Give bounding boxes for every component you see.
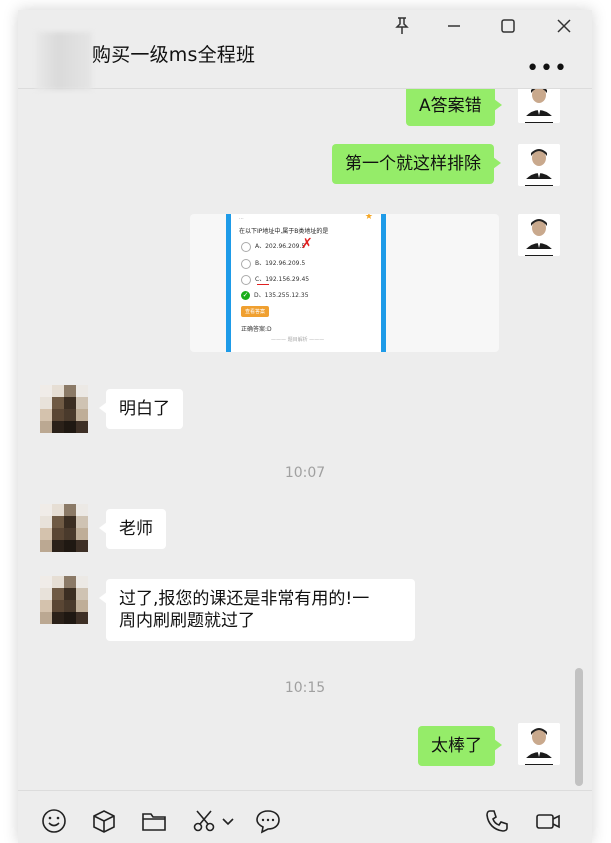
star-icon: ★ (364, 214, 373, 222)
avatar[interactable] (518, 214, 560, 256)
more-options-button[interactable]: ••• (526, 56, 568, 81)
quiz-option: B、192.96.209.5 (241, 258, 305, 269)
phone-status: ··· (239, 216, 244, 222)
message-text: 太棒了 (431, 736, 482, 756)
message-text-line: 周内刷刷题就过了 (119, 611, 255, 631)
check-icon: ✓ (241, 291, 250, 300)
avatar[interactable] (40, 385, 88, 433)
message-text: 明白了 (119, 399, 170, 419)
avatar[interactable] (518, 723, 560, 765)
correct-answer: 正确答案:D (241, 326, 272, 333)
timestamp: 10:07 (284, 465, 326, 481)
chevron-down-icon[interactable] (220, 807, 236, 835)
emoji-icon[interactable] (40, 807, 68, 835)
avatar[interactable] (40, 504, 88, 552)
scissors-icon[interactable] (190, 807, 218, 835)
box-icon[interactable] (90, 807, 118, 835)
phone-icon[interactable] (483, 807, 511, 835)
message-bubble-self[interactable]: A答案错 (406, 89, 502, 126)
analysis-divider: ——— 题目解析 ——— (271, 337, 325, 343)
message-bubble-other[interactable]: 老师 (99, 509, 166, 549)
avatar[interactable] (518, 89, 560, 123)
show-answer-button: 查看答案 (241, 306, 270, 317)
message-text: 老师 (119, 519, 153, 539)
scrollbar[interactable] (575, 668, 583, 786)
cross-mark-icon: ✗ (301, 236, 313, 252)
underline-mark (257, 284, 269, 285)
video-call-icon[interactable] (534, 807, 562, 835)
message-bubble-self[interactable]: 太棒了 (418, 726, 502, 766)
chat-bubble-icon[interactable] (254, 807, 282, 835)
avatar[interactable] (518, 144, 560, 186)
quiz-option: A、202.96.209.5 (241, 241, 305, 252)
folder-icon[interactable] (140, 807, 168, 835)
close-icon[interactable] (550, 12, 578, 40)
quiz-question: 在以下IP地址中,属于B类地址的是 (239, 228, 329, 235)
chat-window: 购买一级ms全程班 ••• A答案错 第一个就这样排除 ··· ★ 在以下IP地… (18, 10, 592, 843)
message-bubble-other[interactable]: 明白了 (99, 389, 183, 429)
message-text: 第一个就这样排除 (345, 154, 481, 174)
maximize-icon[interactable] (494, 12, 522, 40)
message-list[interactable]: A答案错 第一个就这样排除 ··· ★ 在以下IP地址中,属于B类地址的是 A、… (18, 89, 592, 789)
quiz-option: C、192.156.29.45 (241, 274, 309, 285)
pin-icon[interactable] (388, 12, 416, 40)
message-bubble-other[interactable]: 过了,报您的课还是非常有用的!一 周内刷刷题就过了 (99, 579, 415, 641)
message-bubble-self[interactable]: 第一个就这样排除 (332, 144, 501, 184)
chat-title: 购买一级ms全程班 (92, 44, 256, 66)
avatar[interactable] (40, 576, 88, 624)
quiz-screenshot: ··· ★ 在以下IP地址中,属于B类地址的是 A、202.96.209.5 ✗… (226, 214, 386, 352)
message-text: A答案错 (419, 96, 482, 116)
input-toolbar (18, 790, 592, 843)
group-avatar[interactable] (36, 32, 92, 90)
timestamp: 10:15 (284, 680, 326, 696)
title-bar: 购买一级ms全程班 ••• (18, 10, 592, 90)
minimize-icon[interactable] (440, 12, 468, 40)
quiz-option: ✓ D、135.255.12.35 (241, 291, 309, 300)
message-text-line: 过了,报您的课还是非常有用的!一 (119, 589, 370, 609)
image-message[interactable]: ··· ★ 在以下IP地址中,属于B类地址的是 A、202.96.209.5 ✗… (190, 214, 499, 352)
